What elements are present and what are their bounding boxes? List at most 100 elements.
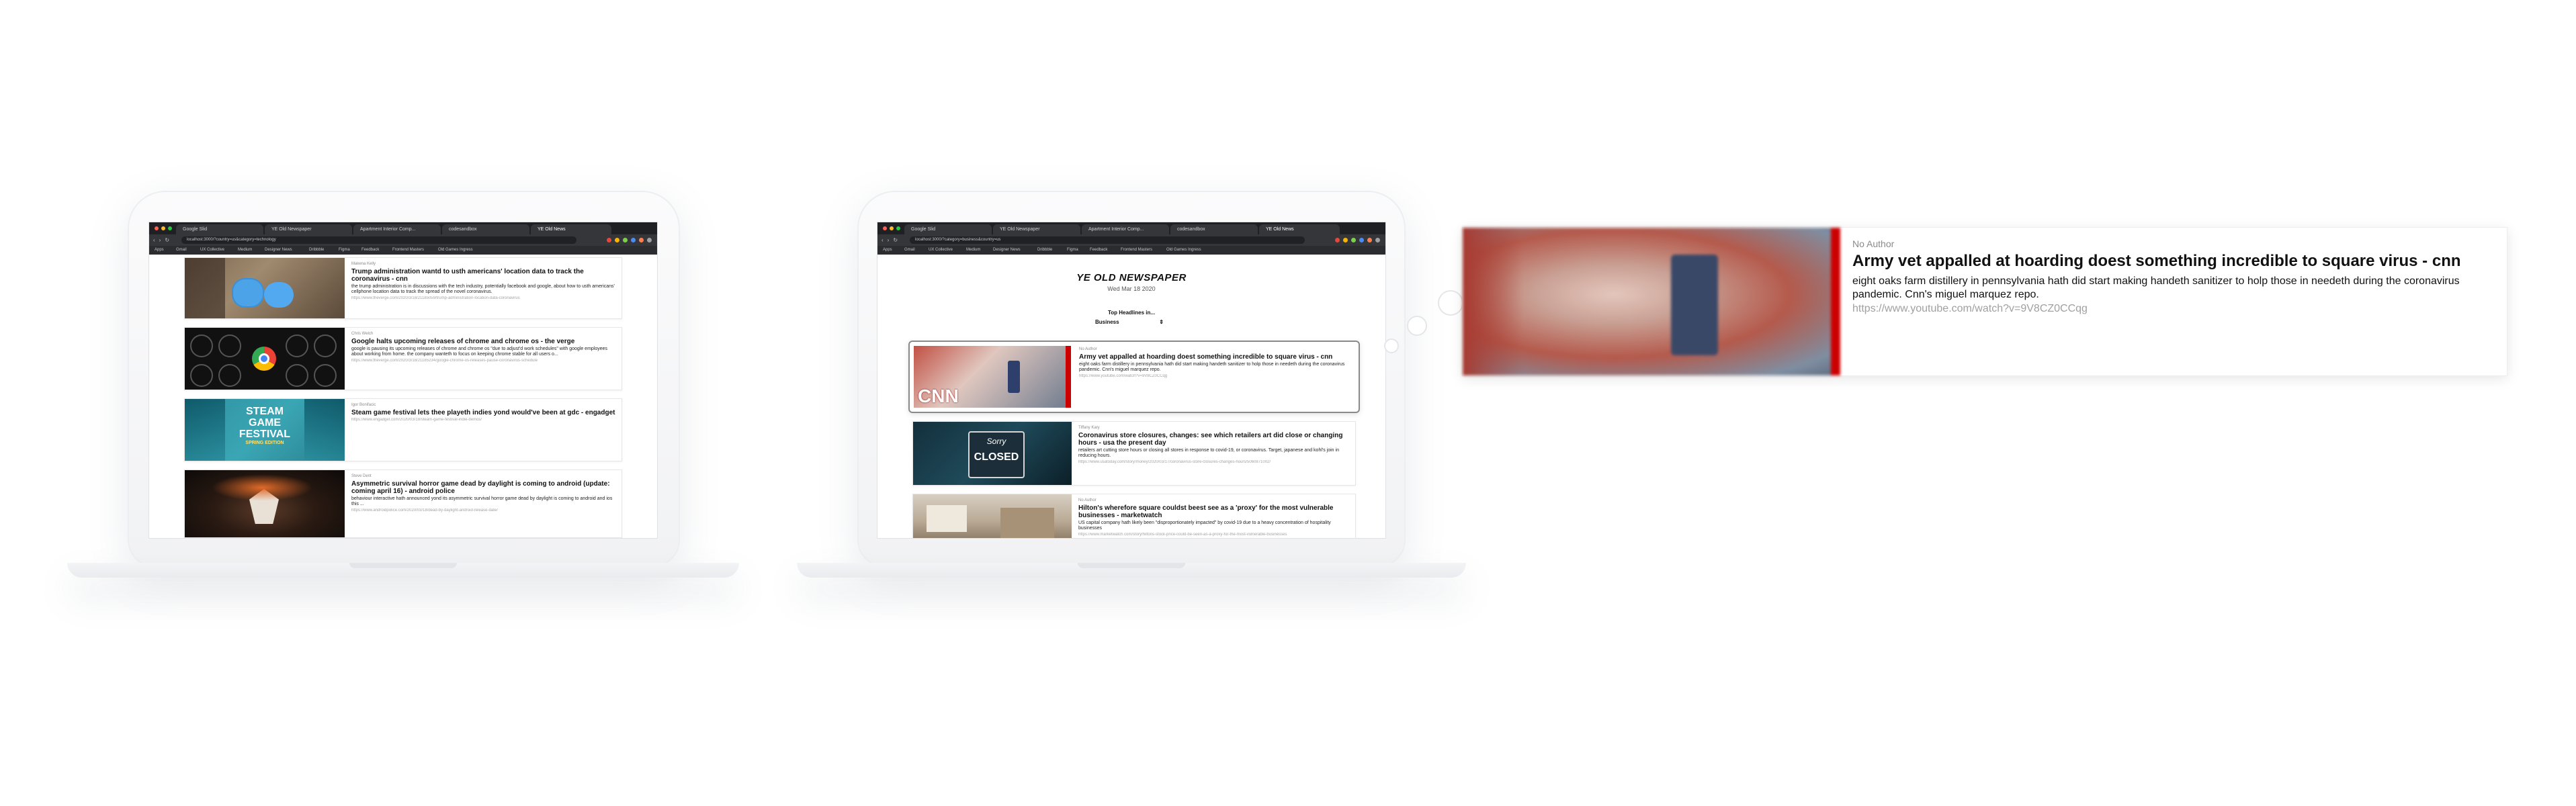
article-card[interactable]: Chris Welch Google halts upcoming releas… [184, 327, 622, 390]
tab-4[interactable]: codesandbox [1170, 224, 1258, 234]
toolbar: ‹›↻ localhost:3000/?country=us&category=… [149, 234, 657, 246]
article-headline[interactable]: Asymmetric survival horror game dead by … [351, 480, 616, 495]
article-thumbnail [185, 470, 345, 537]
window-controls[interactable] [883, 226, 900, 230]
bookmark-figma[interactable]: Figma [1067, 247, 1078, 253]
article-author: Tiffany Kary [1078, 426, 1100, 430]
article-author: Makena Kelly [351, 262, 376, 266]
bookmark-frontend-masters[interactable]: Frontend Masters [392, 247, 424, 253]
article-author: No Author [1078, 498, 1097, 502]
bookmark-ux-collective[interactable]: UX Collective [200, 247, 224, 253]
extension-icons[interactable] [607, 238, 652, 242]
bookmarks-bar: Apps Gmail UX Collective Medium Designer… [149, 246, 657, 255]
bookmark-feedback[interactable]: Feedback [361, 247, 379, 253]
laptop-notch [349, 563, 457, 568]
category-select[interactable]: Business ⇕ [1095, 319, 1169, 325]
article-headline[interactable]: Steam game festival lets thee playeth in… [351, 409, 616, 416]
tab-1[interactable]: Google Slid [904, 224, 992, 234]
page-date: Wed Mar 18 2020 [1107, 285, 1156, 292]
tab-2[interactable]: YE Old Newspaper [265, 224, 352, 234]
expanded-article-card[interactable]: No Author Army vet appalled at hoarding … [1462, 227, 2507, 376]
nav-arrows-icon[interactable]: ‹›↻ [882, 237, 902, 243]
bookmark-designer-news[interactable]: Designer News [265, 247, 292, 253]
bookmark-feedback[interactable]: Feedback [1090, 247, 1107, 253]
article-thumbnail: CNN [914, 346, 1071, 408]
bookmark-frontend-masters[interactable]: Frontend Masters [1121, 247, 1152, 253]
closed-sign: Sorry CLOSED [968, 431, 1025, 478]
article-link[interactable]: https://www.androidpolice.com/2020/03/18… [351, 508, 616, 512]
address-bar[interactable]: localhost:3000/?category=business&countr… [910, 236, 1305, 244]
tab-2[interactable]: YE Old Newspaper [993, 224, 1080, 234]
expanded-article-thumbnail [1463, 228, 1840, 375]
window-controls[interactable] [155, 226, 172, 230]
article-author: Igor Bonifacic [351, 403, 376, 407]
article-thumbnail: STEAM GAME FESTIVAL SPRING EDITION [185, 399, 345, 461]
bookmark-dribbble[interactable]: Dribbble [1037, 247, 1052, 253]
article-card[interactable]: Steve Dent Asymmetric survival horror ga… [184, 469, 622, 538]
toolbar: ‹›↻ localhost:3000/?category=business&co… [877, 234, 1385, 246]
article-description: eight oaks farm distillery in pennsylvan… [1852, 275, 2460, 300]
steam-title-2: GAME [249, 417, 281, 429]
tab-3[interactable]: Apartment Interior Comp... [353, 224, 441, 234]
bookmark-gmail[interactable]: Gmail [904, 247, 915, 253]
article-link[interactable]: https://www.youtube.com/watch?v=9V8CZ0CC… [1852, 303, 2493, 315]
tab-5-active[interactable]: YE Old News [1259, 224, 1340, 234]
tab-5-active[interactable]: YE Old News [531, 224, 611, 234]
article-author: No Author [1079, 347, 1097, 351]
tab-3[interactable]: Apartment Interior Comp... [1082, 224, 1169, 234]
closed-sign-sorry: Sorry [986, 437, 1006, 446]
article-link[interactable]: https://www.theverge.com/2020/3/18/21185… [351, 359, 616, 363]
bookmarks-bar: Apps Gmail UX Collective Medium Designer… [877, 246, 1385, 255]
article-card[interactable]: Makena Kelly Trump administration wantd … [184, 257, 622, 319]
article-link[interactable]: https://www.youtube.com/watch?v=9V8CZ0CC… [1079, 374, 1353, 378]
tab-bar: Google Slid YE Old Newspaper Apartment I… [877, 222, 1385, 234]
article-author: Chris Welch [351, 332, 374, 336]
article-card[interactable]: Sorry CLOSED Tiffany Kary Coronavirus st… [912, 421, 1356, 486]
chrome-logo-icon [252, 347, 276, 371]
article-description: the trump administration is in discussio… [351, 284, 615, 294]
article-headline[interactable]: Army vet appalled at hoarding doest some… [1079, 353, 1353, 361]
nav-arrows-icon[interactable]: ‹›↻ [153, 237, 173, 243]
bookmark-old-games[interactable]: Old Games Ingress [438, 247, 473, 253]
article-headline[interactable]: Hilton's wherefore square couldst beest … [1078, 504, 1350, 519]
article-card[interactable]: No Author Hilton's wherefore square coul… [912, 494, 1356, 538]
article-text: No Author Hilton's wherefore square coul… [1078, 498, 1350, 537]
steam-title-3: FESTIVAL [239, 429, 291, 440]
article-link[interactable]: https://www.marketwatch.com/story/hilton… [1078, 533, 1350, 537]
steam-title-1: STEAM [246, 406, 284, 417]
tab-1[interactable]: Google Slid [176, 224, 263, 234]
article-link[interactable]: https://www.theverge.com/2020/3/18/21185… [351, 296, 616, 300]
cnn-logo: CNN [918, 386, 959, 406]
bookmark-medium[interactable]: Medium [238, 247, 252, 253]
tab-bar: Google Slid YE Old Newspaper Apartment I… [149, 222, 657, 234]
zoom-connector-small [1384, 339, 1399, 353]
article-headline[interactable]: Army vet appalled at hoarding doest some… [1852, 252, 2493, 271]
bookmark-medium[interactable]: Medium [966, 247, 980, 253]
bookmark-gmail[interactable]: Gmail [176, 247, 187, 253]
article-thumbnail [185, 328, 345, 390]
article-thumbnail: Sorry CLOSED [913, 422, 1072, 485]
article-link[interactable]: https://www.engadget.com/2020/03/18/stea… [351, 418, 616, 422]
article-link[interactable]: https://www.usatoday.com/story/money/202… [1078, 460, 1350, 464]
tab-4[interactable]: codesandbox [442, 224, 529, 234]
top-headlines-label: Top Headlines in... [1107, 310, 1156, 316]
article-description: eight oaks farm distillery in pennsylvan… [1079, 362, 1345, 372]
bookmark-dribbble[interactable]: Dribbble [309, 247, 324, 253]
bookmark-ux-collective[interactable]: UX Collective [929, 247, 953, 253]
browser-window: Google Slid YE Old Newspaper Apartment I… [149, 222, 657, 538]
bookmark-apps[interactable]: Apps [883, 247, 892, 253]
article-card[interactable]: STEAM GAME FESTIVAL SPRING EDITION Igor … [184, 398, 622, 461]
article-headline[interactable]: Coronavirus store closures, changes: see… [1078, 432, 1350, 447]
address-bar[interactable]: localhost:3000/?country=us&category=tech… [181, 236, 576, 244]
bookmark-figma[interactable]: Figma [339, 247, 350, 253]
article-headline[interactable]: Google halts upcoming releases of chrome… [351, 338, 616, 345]
page-content: YE OLD NEWSPAPER Wed Mar 18 2020 Top Hea… [877, 255, 1385, 538]
bookmark-old-games[interactable]: Old Games Ingress [1166, 247, 1201, 253]
bookmark-designer-news[interactable]: Designer News [993, 247, 1021, 253]
zoom-connector-large [1438, 290, 1463, 316]
article-thumbnail [185, 258, 345, 318]
extension-icons[interactable] [1335, 238, 1380, 242]
bookmark-apps[interactable]: Apps [155, 247, 164, 253]
article-card-selected[interactable]: CNN No Author Army vet appalled at hoard… [908, 341, 1360, 413]
article-headline[interactable]: Trump administration wantd to usth ameri… [351, 268, 616, 283]
